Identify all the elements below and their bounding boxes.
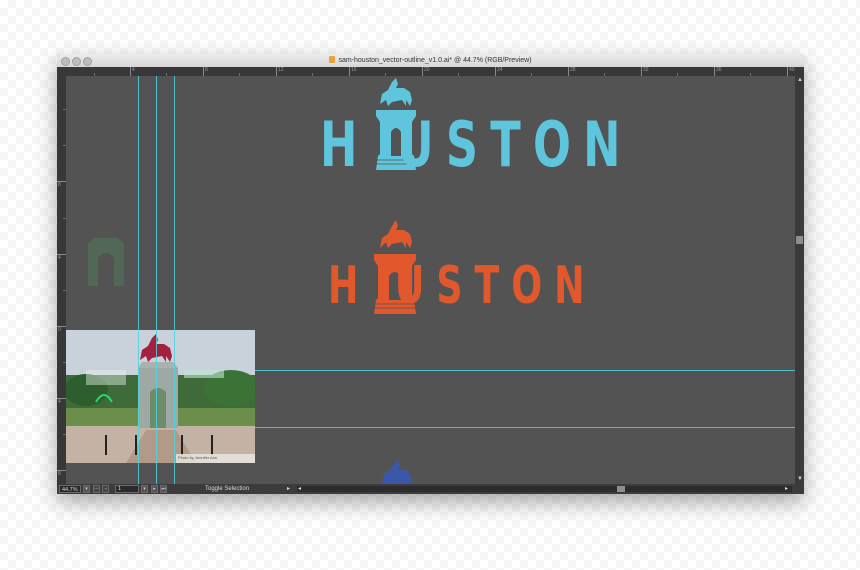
ruler-tick bbox=[203, 67, 204, 76]
ruler-label: 4 bbox=[132, 67, 135, 73]
ruler-label: 4 bbox=[58, 255, 61, 261]
illustrator-window: sam-houston_vector-outline_v1.0.ai* @ 44… bbox=[57, 54, 804, 494]
ruler-tick bbox=[787, 67, 788, 76]
ruler-label: 28 bbox=[570, 67, 576, 73]
ruler-tick bbox=[641, 67, 642, 76]
title-bar[interactable]: sam-houston_vector-outline_v1.0.ai* @ 44… bbox=[57, 54, 804, 68]
ruler-origin[interactable] bbox=[57, 67, 66, 76]
page-number-field[interactable]: 1 bbox=[115, 485, 139, 493]
ruler-label: 12 bbox=[278, 67, 284, 73]
toggle-selection-label[interactable]: Toggle Selection bbox=[205, 484, 249, 494]
scroll-right-arrow-icon[interactable]: ▸ bbox=[785, 484, 788, 494]
ruler-label: 24 bbox=[497, 67, 503, 73]
vertical-ruler[interactable]: 8 4 0 4 8 bbox=[57, 76, 66, 484]
window-title-container: sam-houston_vector-outline_v1.0.ai* @ 44… bbox=[57, 54, 804, 67]
faded-monument-shape[interactable] bbox=[84, 236, 128, 286]
ruler-tick bbox=[568, 67, 569, 76]
ruler-tick bbox=[714, 67, 715, 76]
ruler-tick bbox=[495, 67, 496, 76]
horizontal-ruler[interactable]: 4 8 12 16 20 24 28 32 36 40 bbox=[66, 67, 804, 76]
vertical-guide[interactable] bbox=[138, 76, 139, 484]
horizontal-guide[interactable] bbox=[255, 370, 795, 371]
vertical-scroll-thumb[interactable] bbox=[796, 236, 803, 244]
reference-photo[interactable]: Photo by Jennifer Ann bbox=[66, 330, 255, 463]
ruler-label: 36 bbox=[716, 67, 722, 73]
horizontal-scroll-thumb[interactable] bbox=[617, 486, 625, 492]
previous-page-icon[interactable]: ◂ bbox=[102, 485, 109, 493]
artboard-canvas[interactable]: H USTON H USTON Photo by Jennifer Ann bbox=[66, 76, 795, 484]
first-page-icon[interactable]: ⏮ bbox=[93, 485, 100, 493]
next-page-icon[interactable]: ▸ bbox=[151, 485, 158, 493]
vertical-guide[interactable] bbox=[156, 76, 157, 484]
ruler-label: 32 bbox=[643, 67, 649, 73]
last-page-icon[interactable]: ⏭ bbox=[160, 485, 167, 493]
page-dropdown-icon[interactable]: ▾ bbox=[141, 485, 148, 493]
vertical-scrollbar[interactable]: ▲ ▼ bbox=[795, 76, 804, 484]
vertical-guide[interactable] bbox=[174, 76, 175, 484]
photo-credit: Photo by Jennifer Ann bbox=[178, 455, 218, 460]
ruler-label: 8 bbox=[58, 182, 61, 188]
window-title: sam-houston_vector-outline_v1.0.ai* @ 44… bbox=[338, 57, 532, 64]
monument-photo-image bbox=[66, 330, 255, 463]
scroll-down-arrow-icon[interactable]: ▼ bbox=[797, 476, 803, 482]
horizontal-scrollbar[interactable]: ◂ ▸ bbox=[297, 486, 792, 492]
ruler-label: 8 bbox=[205, 67, 208, 73]
ruler-label: 20 bbox=[424, 67, 430, 73]
ruler-tick bbox=[276, 67, 277, 76]
document-icon bbox=[329, 56, 336, 63]
scroll-left-arrow-icon[interactable]: ◂ bbox=[298, 484, 301, 494]
ruler-label: 0 bbox=[58, 327, 61, 333]
status-bar: 44.7% ▾ ⏮ ◂ 1 ▾ ▸ ⏭ Toggle Selection ▸ ◂… bbox=[57, 484, 804, 494]
ruler-tick bbox=[349, 67, 350, 76]
zoom-dropdown-icon[interactable]: ▾ bbox=[83, 485, 90, 493]
ruler-label: 40 bbox=[789, 67, 795, 73]
ruler-label: 4 bbox=[58, 399, 61, 405]
houston-logo-orange-text[interactable]: H USTON bbox=[328, 260, 596, 312]
houston-logo-blue-text[interactable]: H USTON bbox=[320, 114, 633, 176]
scroll-up-arrow-icon[interactable]: ▲ bbox=[797, 77, 803, 83]
blue-horse-partial[interactable] bbox=[378, 460, 414, 484]
ruler-label: 16 bbox=[351, 67, 357, 73]
zoom-level-field[interactable]: 44.7% bbox=[59, 485, 81, 493]
horizontal-guide[interactable] bbox=[255, 427, 795, 428]
ruler-label: 8 bbox=[58, 471, 61, 477]
ruler-tick bbox=[130, 67, 131, 76]
status-menu-arrow-icon[interactable]: ▸ bbox=[287, 484, 290, 494]
ruler-tick bbox=[422, 67, 423, 76]
